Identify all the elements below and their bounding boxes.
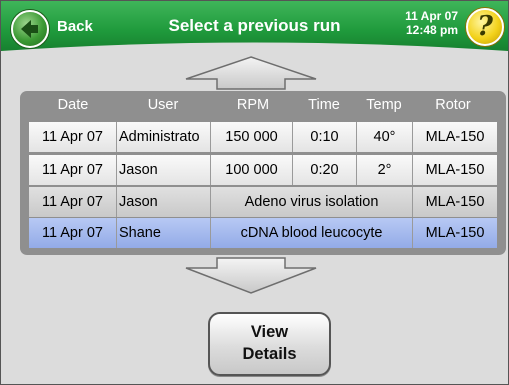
cell-time: 0:20 (293, 155, 357, 185)
column-header-temp: Temp (366, 97, 402, 113)
cell-user: Jason (117, 187, 211, 217)
cell-date: 11 Apr 07 (29, 187, 117, 217)
cell-user: Shane (117, 218, 211, 248)
date-time-display: 11 Apr 07 12:48 pm (405, 9, 458, 37)
cell-rotor: MLA-150 (425, 225, 485, 241)
table-row[interactable]: 11 Apr 07 Jason Adeno virus isolation ML… (29, 187, 497, 217)
up-arrow-icon (185, 56, 317, 90)
table-row[interactable]: 11 Apr 07 Jason 100 000 0:20 2° MLA-150 (29, 155, 497, 185)
cell-temp: 2° (357, 155, 413, 185)
cell-rotor: MLA-150 (425, 162, 485, 178)
table-row-selected[interactable]: 11 Apr 07 Shane cDNA blood leucocyte MLA… (29, 218, 497, 248)
current-date: 11 Apr 07 (405, 9, 458, 23)
cell-user: Jason (117, 155, 211, 185)
cell-rpm: 150 000 (211, 122, 293, 152)
cell-description: cDNA blood leucocyte (211, 218, 413, 248)
down-arrow-icon (185, 257, 317, 294)
cell-rotor: MLA-150 (425, 194, 485, 210)
view-details-label-line2: Details (242, 345, 297, 363)
column-header-time: Time (308, 97, 340, 113)
table-row[interactable]: 11 Apr 07 Administrato 150 000 0:10 40° … (29, 122, 497, 152)
scroll-up-button[interactable] (184, 55, 318, 91)
cell-description: Adeno virus isolation (211, 187, 413, 217)
column-header-user: User (147, 97, 179, 113)
cell-time: 0:10 (293, 122, 357, 152)
cell-rpm: 100 000 (211, 155, 293, 185)
help-button[interactable]: ? (466, 8, 504, 46)
question-mark-icon: ? (477, 11, 493, 42)
app-window: Back Select a previous run 11 Apr 07 12:… (0, 0, 509, 385)
table-header: Date User RPM Time Temp Rotor (20, 97, 506, 119)
view-details-button[interactable]: View Details (208, 312, 331, 376)
cell-rotor: MLA-150 (425, 129, 485, 145)
header-bar: Back Select a previous run 11 Apr 07 12:… (1, 1, 508, 57)
view-details-label-line1: View (250, 323, 289, 341)
cell-date: 11 Apr 07 (29, 155, 117, 185)
runs-table: Date User RPM Time Temp Rotor 11 Apr 07 … (20, 91, 506, 255)
scroll-down-button[interactable] (184, 256, 318, 296)
cell-temp: 40° (357, 122, 413, 152)
column-header-rotor: Rotor (435, 97, 471, 113)
current-time: 12:48 pm (405, 23, 458, 37)
cell-date: 11 Apr 07 (29, 122, 117, 152)
cell-user: Administrato (117, 122, 211, 152)
cell-date: 11 Apr 07 (29, 218, 117, 248)
column-header-rpm: RPM (236, 97, 270, 113)
column-header-date: Date (57, 97, 89, 113)
